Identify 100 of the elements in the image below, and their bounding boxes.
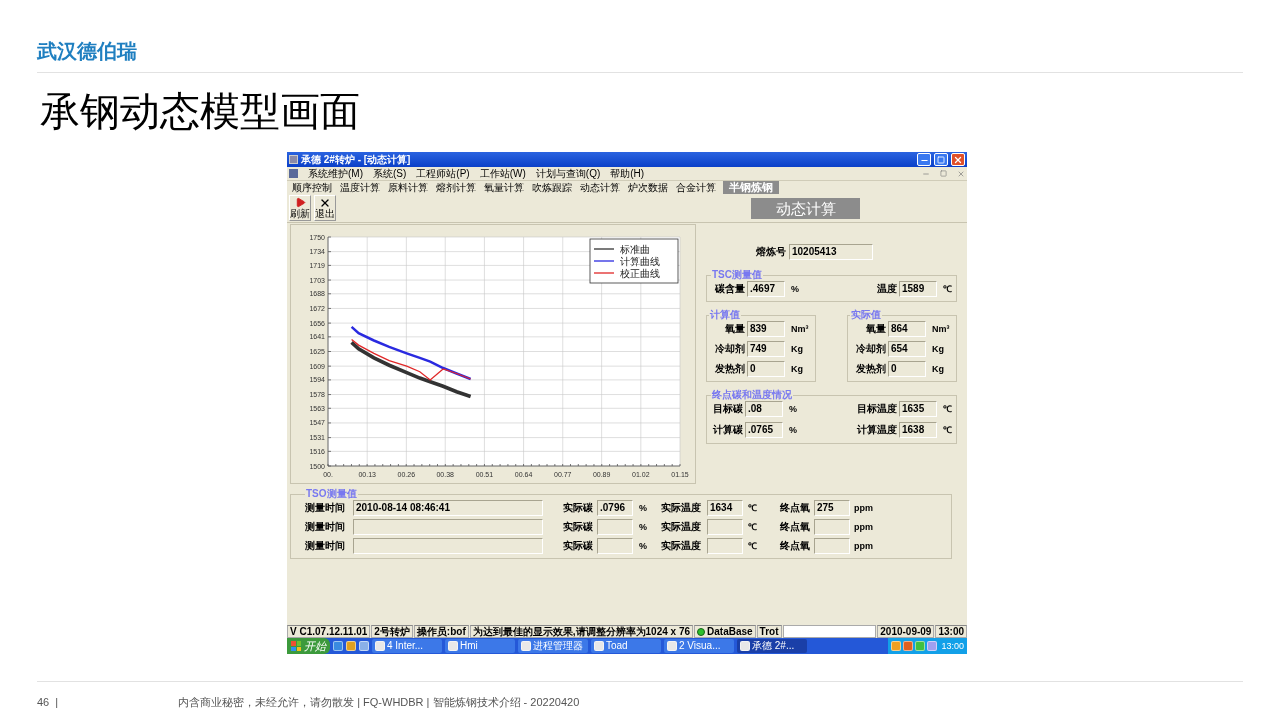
field-label: 冷却剂 (855, 344, 886, 354)
unit-label: ℃ (943, 284, 952, 294)
menu-item[interactable]: 系统(S) (373, 168, 407, 179)
window-title: 承德 2#转炉 - [动态计算] (301, 154, 411, 165)
unit-label: Kg (932, 364, 944, 374)
taskbar-button[interactable]: Toad (591, 639, 661, 653)
legend-label: 标准曲 (620, 244, 650, 255)
tab[interactable]: 顺序控制 (291, 182, 333, 194)
field-label: 实际温度 (661, 503, 702, 513)
field-label: 温度 (876, 284, 897, 294)
unit-label: Kg (932, 344, 944, 354)
taskbar-button[interactable]: 4 Inter... (372, 639, 442, 653)
unit-label: ℃ (943, 404, 952, 414)
refresh-button[interactable]: 刷新 (289, 195, 311, 221)
unit-label: ℃ (748, 541, 758, 551)
tab[interactable]: 动态计算 (579, 182, 621, 194)
unit-label: ppm (854, 522, 873, 532)
field-label: 碳含量 (714, 284, 745, 294)
value-field[interactable]: .08 (745, 401, 783, 417)
field-label: 熔炼号 (756, 247, 786, 257)
status-item: 操作员:bof (413, 625, 469, 638)
value-field[interactable]: 1634 (707, 500, 743, 516)
tab[interactable]: 原料计算 (387, 182, 429, 194)
status-item: 2号转炉 (371, 625, 413, 638)
status-item: 13:00 (935, 625, 967, 638)
separator: | (55, 695, 59, 710)
field-label: 终点氧 (780, 541, 811, 551)
tab[interactable]: 炉次数据 (627, 182, 669, 194)
field-label: 实际碳 (563, 503, 594, 513)
status-item: 2010-09-09 (877, 625, 935, 638)
panel-title: 动态计算 (751, 197, 860, 219)
tab[interactable]: 熔剂计算 (435, 182, 477, 194)
field-label: 冷却剂 (714, 344, 745, 354)
group-title: 终点碳和温度情况 (711, 389, 793, 401)
unit-label: % (789, 425, 797, 435)
tab[interactable]: 温度计算 (339, 182, 381, 194)
value-field[interactable]: 2010-08-14 08:46:41 (353, 500, 543, 516)
value-field[interactable]: 1589 (899, 281, 937, 297)
tab[interactable]: 氧量计算 (483, 182, 525, 194)
tab[interactable]: 合金计算 (675, 182, 717, 194)
taskbar-button[interactable]: 进程管理器 (518, 639, 588, 653)
field-label: 实际碳 (563, 541, 594, 551)
unit-label: Kg (791, 364, 803, 374)
taskbar-button[interactable]: Hmi (445, 639, 515, 653)
unit-label: % (791, 284, 799, 294)
taskbar-button[interactable]: 2 Visua... (664, 639, 734, 653)
exit-button[interactable]: 退出 (314, 195, 336, 221)
field-label: 目标碳 (712, 404, 743, 414)
status-item: V C1.07.12.11.01 (287, 625, 371, 638)
value-field[interactable]: 654 (888, 341, 926, 357)
unit-label: % (639, 541, 648, 551)
field-label: 测量时间 (305, 541, 346, 551)
value-field[interactable]: 0 (888, 361, 926, 377)
value-field[interactable]: 1638 (899, 422, 937, 438)
field-label: 实际温度 (661, 522, 702, 532)
unit-label: ℃ (748, 503, 758, 513)
field-label: 实际碳 (563, 522, 594, 532)
unit-label: % (789, 404, 797, 414)
menu-item[interactable]: 工作站(W) (479, 168, 526, 179)
group-title: 实际值 (850, 309, 882, 321)
slide-title: 承钢动态模型画面 (40, 88, 361, 136)
value-field[interactable]: .4697 (747, 281, 785, 297)
field-label: 计算碳 (712, 425, 743, 435)
brand-name: 武汉德伯瑞 (37, 39, 138, 64)
menu-item[interactable]: 帮助(H) (610, 168, 645, 179)
unit-label: % (639, 522, 648, 532)
value-field[interactable]: 0 (747, 361, 785, 377)
field-label: 发热剂 (855, 364, 886, 374)
group-title: 计算值 (709, 309, 741, 321)
value-field[interactable]: 749 (747, 341, 785, 357)
unit-label: Nm³ (932, 324, 950, 334)
value-field[interactable]: 1635 (899, 401, 937, 417)
menu-item[interactable]: 计划与查询(Q) (535, 168, 601, 179)
field-label: 终点氧 (780, 522, 811, 532)
field-label: 氧量 (865, 324, 886, 334)
tab[interactable]: 吹炼跟踪 (531, 182, 573, 194)
unit-label: ℃ (748, 522, 758, 532)
legend-label: 校正曲线 (620, 268, 660, 279)
taskbar-button[interactable]: 承德 2#... (737, 639, 807, 653)
unit-label: ppm (854, 541, 873, 551)
menu-item[interactable]: 系统维护(M) (308, 168, 363, 179)
menu-item[interactable]: 工程师站(P) (416, 168, 470, 179)
unit-label: % (639, 503, 648, 513)
unit-label: ppm (854, 503, 873, 513)
field-label: 实际温度 (661, 541, 702, 551)
value-field[interactable]: .0796 (597, 500, 633, 516)
value-field[interactable]: 10205413 (789, 244, 873, 260)
group-title: TSC测量值 (711, 269, 763, 281)
start-button[interactable]: 开始 (287, 638, 330, 654)
field-label: 测量时间 (305, 522, 346, 532)
value-field[interactable]: 839 (747, 321, 785, 337)
value-field[interactable]: 864 (888, 321, 926, 337)
field-label: 测量时间 (305, 503, 346, 513)
value-field[interactable]: .0765 (745, 422, 783, 438)
group-title: TSO测量值 (305, 488, 358, 500)
unit-label: ℃ (943, 425, 952, 435)
field-label: 目标温度 (856, 404, 897, 414)
value-field[interactable]: 275 (814, 500, 850, 516)
field-label: 氧量 (724, 324, 745, 334)
status-item: Trot (756, 625, 782, 638)
